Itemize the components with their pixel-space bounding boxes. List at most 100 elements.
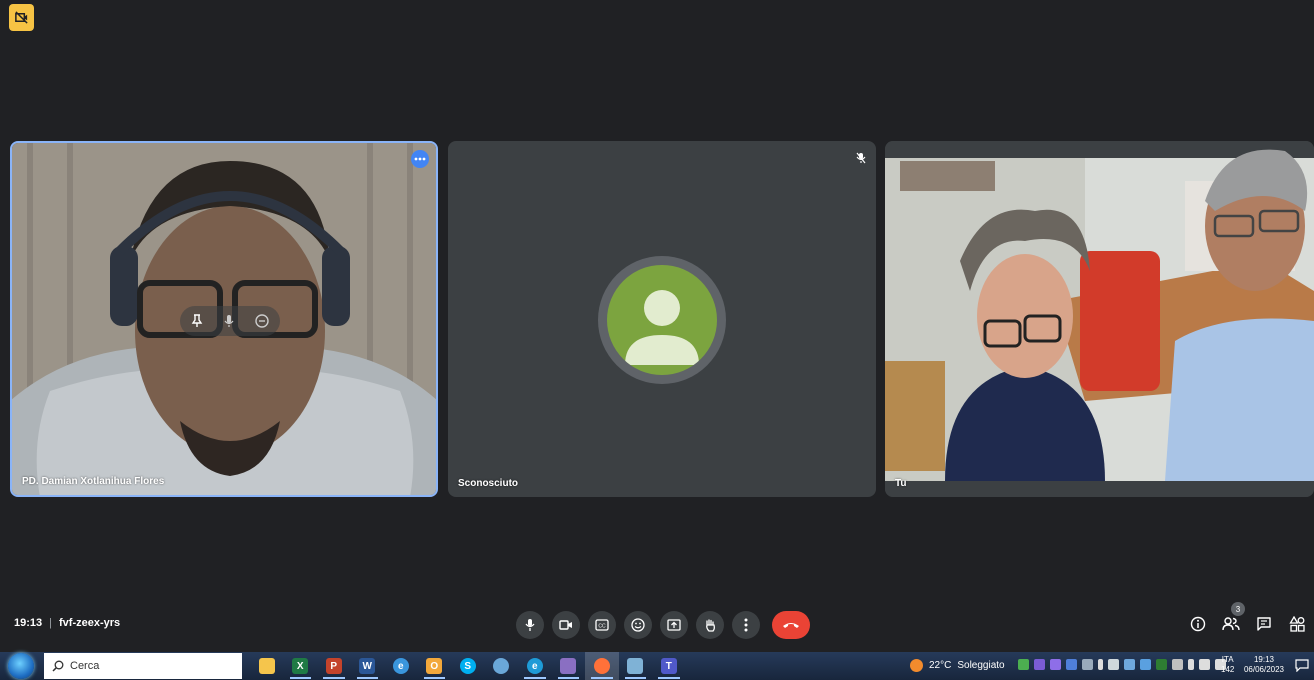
emoji-icon <box>631 617 645 632</box>
tray-bluetooth-icon[interactable] <box>1066 659 1077 670</box>
microphone-button[interactable] <box>516 610 544 639</box>
tray-shield-icon[interactable] <box>1156 659 1167 670</box>
tray-battery-icon[interactable] <box>1188 659 1194 670</box>
participant-name: Sconosciuto <box>458 478 519 489</box>
taskbar: Cerca X P We O Se T 22°C Soleggiato ITA 142 1… <box>0 652 1314 680</box>
taskbar-app-3[interactable]: W <box>351 652 385 680</box>
taskbar-app-5[interactable]: O <box>418 652 452 680</box>
tray-app-icon[interactable] <box>1018 659 1029 670</box>
participant-name: Tu <box>895 478 907 489</box>
skype-label: S <box>464 660 472 672</box>
taskbar-app-12[interactable]: T <box>652 652 686 680</box>
tray-onedrive-icon[interactable] <box>1140 659 1151 670</box>
camera-icon <box>559 619 572 630</box>
hang-up-button[interactable] <box>772 610 810 639</box>
weather-widget[interactable]: 22°C Soleggiato <box>910 659 1005 672</box>
right-tools: 3 <box>1188 602 1307 635</box>
camera-button[interactable] <box>552 610 580 639</box>
sun-icon <box>910 659 923 672</box>
more-horizontal-icon <box>414 157 426 161</box>
taskbar-apps: X P We O Se T <box>250 652 686 680</box>
taskbar-search[interactable]: Cerca <box>44 653 242 679</box>
teams-icon: T <box>660 658 677 674</box>
present-button[interactable] <box>660 610 688 639</box>
app-tiles-icon <box>560 658 577 674</box>
language-indicator[interactable]: ITA 142 <box>1221 655 1234 675</box>
tray-display-icon[interactable] <box>1124 659 1135 670</box>
taskbar-app-10[interactable] <box>585 652 619 680</box>
tray-app2-icon[interactable] <box>1172 659 1183 670</box>
more-icon <box>744 618 748 631</box>
teams-label: T <box>665 660 672 672</box>
taskbar-app-11[interactable] <box>619 652 653 680</box>
mute-participant-icon[interactable] <box>224 314 234 328</box>
participant-tile-2[interactable]: Sconosciuto <box>448 141 876 497</box>
avatar <box>607 265 717 375</box>
taskbar-app-7[interactable] <box>485 652 519 680</box>
camera-off-icon <box>15 11 28 24</box>
tray-mic-icon[interactable] <box>1050 659 1061 670</box>
muted-mic-icon <box>856 151 866 169</box>
edge-icon: e <box>526 658 543 674</box>
meeting-details-button[interactable] <box>1188 613 1208 635</box>
skype-icon: S <box>459 658 476 674</box>
taskbar-app-2[interactable]: P <box>317 652 351 680</box>
tray-video-icon[interactable] <box>1034 659 1045 670</box>
remove-icon[interactable] <box>255 314 270 328</box>
edge-label: e <box>531 660 538 672</box>
chat-button[interactable] <box>1254 613 1274 635</box>
firefox-icon <box>593 658 610 674</box>
more-options-button[interactable] <box>732 610 760 639</box>
person-avatar-icon <box>625 290 699 365</box>
meeting-separator: | <box>49 617 52 629</box>
recording-badge[interactable] <box>9 4 34 31</box>
taskbar-app-9[interactable] <box>552 652 586 680</box>
windows-logo-icon <box>8 653 34 679</box>
participant-tile-self[interactable]: Tu <box>885 141 1314 497</box>
taskbar-app-1[interactable]: X <box>284 652 318 680</box>
captions-icon: CC <box>595 618 609 631</box>
reactions-button[interactable] <box>624 610 652 639</box>
word-icon: W <box>359 658 376 674</box>
tile-hover-controls <box>180 306 280 336</box>
file-explorer-icon <box>258 658 275 674</box>
tray-security-icon[interactable] <box>1108 659 1119 670</box>
mic-icon <box>525 618 535 631</box>
participant-tile-1[interactable]: PD. Damian Xotlanihua Flores <box>10 141 438 497</box>
raise-hand-button[interactable] <box>696 610 724 639</box>
internet-explorer-icon: e <box>392 658 409 674</box>
taskbar-app-8[interactable]: e <box>518 652 552 680</box>
clock-time: 19:13 <box>1253 655 1275 664</box>
meeting-code[interactable]: fvf-zeex-yrs <box>59 617 120 629</box>
powerpoint-label: P <box>330 660 338 672</box>
people-icon <box>1222 617 1240 631</box>
notification-center-button[interactable] <box>1295 659 1309 677</box>
outlook-label: O <box>430 660 439 672</box>
hangup-icon <box>783 622 799 628</box>
weather-condition: Soleggiato <box>957 660 1005 671</box>
activities-button[interactable] <box>1287 613 1307 635</box>
network-icon <box>493 658 510 674</box>
notification-icon <box>1295 659 1309 673</box>
clock-date: 06/06/2023 <box>1243 665 1285 674</box>
pin-icon[interactable] <box>191 314 203 328</box>
tray-microphone-icon[interactable] <box>1098 659 1103 670</box>
info-icon <box>1190 616 1206 632</box>
taskbar-app-0[interactable] <box>250 652 284 680</box>
avatar-ring <box>598 256 726 384</box>
start-button[interactable] <box>6 652 36 680</box>
meeting-info: 19:13 | fvf-zeex-yrs <box>14 617 120 629</box>
search-icon <box>52 660 64 672</box>
tray-network-icon[interactable] <box>1199 659 1210 670</box>
raise-hand-icon <box>706 618 715 632</box>
participant-options-button[interactable] <box>411 150 429 168</box>
excel-icon: X <box>292 658 309 674</box>
clock[interactable]: 19:13 06/06/2023 <box>1240 655 1288 675</box>
taskbar-app-4[interactable]: e <box>384 652 418 680</box>
people-button[interactable]: 3 <box>1221 602 1245 635</box>
captions-button[interactable]: CC <box>588 610 616 639</box>
tray-settings-icon[interactable] <box>1082 659 1093 670</box>
word-label: W <box>362 660 372 672</box>
powerpoint-icon: P <box>325 658 342 674</box>
taskbar-app-6[interactable]: S <box>451 652 485 680</box>
